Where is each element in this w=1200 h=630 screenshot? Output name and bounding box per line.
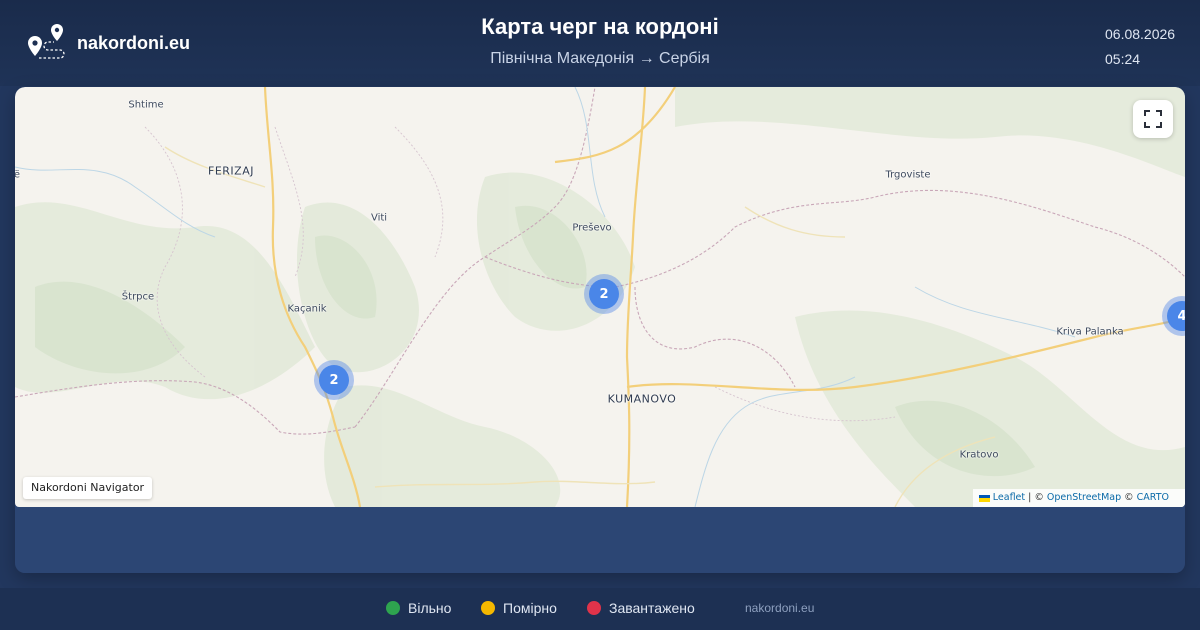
legend-label: Завантажено	[609, 600, 695, 616]
queue-cluster-marker[interactable]: 2	[314, 360, 354, 400]
brand-name: nakordoni.eu	[77, 32, 191, 53]
legend-label: Помірно	[503, 600, 557, 616]
status-dot-icon	[386, 601, 400, 615]
map-panel: Shtime FERIZAJ Viti Štrpce Kaçanik Preše…	[15, 87, 1185, 573]
fullscreen-button[interactable]	[1133, 100, 1173, 138]
place-label: Viti	[370, 212, 388, 224]
place-label: Kratovo	[959, 449, 999, 461]
date-text: 06.08.2026	[1105, 26, 1176, 42]
status-dot-icon	[587, 601, 601, 615]
attribution-sep: | ©	[1028, 492, 1044, 503]
page-title: Карта черг на кордоні	[481, 14, 719, 39]
time-text: 05:24	[1105, 51, 1141, 67]
navigator-label: Nakordoni Navigator	[23, 477, 153, 499]
place-label: Preševo	[572, 222, 612, 234]
map-attribution: Leaflet | © OpenStreetMap © CARTO	[972, 489, 1185, 507]
footer: Вільно Помірно Завантажено nakordoni.eu	[0, 588, 1200, 630]
place-label: Trgoviste	[885, 169, 931, 181]
status-dot-icon	[481, 601, 495, 615]
leaflet-link[interactable]: Leaflet	[993, 489, 1025, 507]
legend-item-moderate: Помірно	[481, 600, 557, 616]
ukraine-flag-icon	[978, 494, 990, 502]
osm-link[interactable]: OpenStreetMap	[1047, 489, 1121, 507]
place-label: Kaçanik	[287, 303, 327, 315]
header: nakordoni.eu Карта черг на кордоні Півні…	[0, 0, 1200, 86]
attribution-sep: ©	[1124, 492, 1134, 503]
place-label: FERIZAJ	[208, 164, 254, 178]
cluster-count: 4	[1167, 301, 1185, 331]
brand[interactable]: nakordoni.eu	[24, 22, 190, 64]
map[interactable]: Shtime FERIZAJ Viti Štrpce Kaçanik Preše…	[15, 87, 1185, 507]
map-pin-route-icon	[28, 24, 65, 59]
title-block: Карта черг на кордоні Північна Македонія…	[350, 14, 850, 68]
place-label: Štrpce	[121, 291, 155, 303]
cluster-count: 2	[319, 365, 349, 395]
cluster-count: 2	[589, 279, 619, 309]
route-subtitle: Північна Македонія → Сербія	[490, 50, 710, 67]
place-label: Shtime	[128, 99, 164, 111]
place-label: KUMANOVO	[607, 392, 677, 406]
carto-link[interactable]: CARTO	[1137, 489, 1169, 507]
queue-cluster-marker[interactable]: 2	[584, 274, 624, 314]
place-label: ë	[15, 169, 21, 181]
datetime: 06.08.2026 05:24	[1105, 22, 1175, 72]
legend-item-free: Вільно	[386, 600, 451, 616]
place-label: Kriva Palanka	[1056, 326, 1124, 338]
legend-item-busy: Завантажено	[587, 600, 695, 616]
legend-label: Вільно	[408, 600, 452, 616]
footer-site: nakordoni.eu	[745, 601, 815, 615]
fullscreen-icon	[1144, 110, 1162, 128]
